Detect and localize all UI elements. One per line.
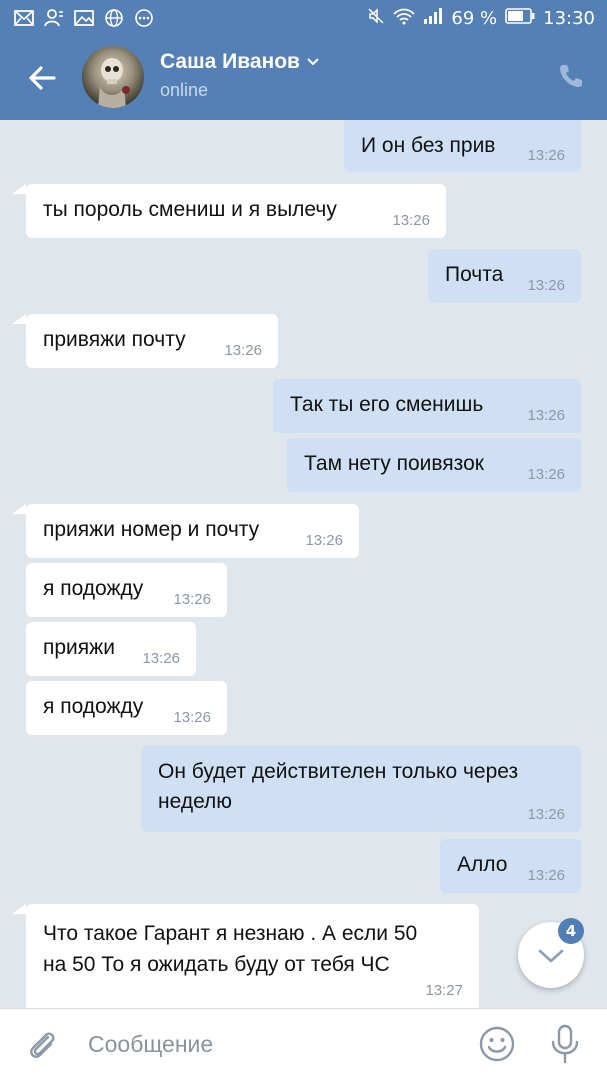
- phone-icon: [560, 65, 582, 87]
- battery-percent: 69 %: [451, 8, 498, 29]
- outgoing-message[interactable]: И он без прив 13:26: [344, 120, 581, 172]
- message-text-line1: Что такое Гарант я незнаю . А если 50: [43, 922, 418, 945]
- arrow-left-icon: [29, 66, 56, 90]
- globe-icon: [104, 8, 124, 28]
- message-text: Алло: [457, 853, 508, 876]
- message-text: прияжи номер и почту: [43, 518, 260, 541]
- paperclip-icon: [30, 1032, 55, 1058]
- message-text-line2: на 50 То я ожидать буду от тебя ЧС: [43, 953, 390, 976]
- message-text: И он без прив: [361, 134, 496, 157]
- incoming-message[interactable]: ты пороль смениш и я вылечу 13:26: [26, 184, 446, 238]
- message-text-line1: Он будет действителен только через: [158, 760, 519, 783]
- outgoing-message[interactable]: Там нету поивязок 13:26: [287, 438, 581, 492]
- message-time: 13:26: [527, 147, 565, 164]
- message-time: 13:26: [224, 342, 262, 359]
- incoming-message[interactable]: прияжи 13:26: [26, 622, 196, 676]
- voice-message-button[interactable]: [548, 1023, 582, 1065]
- message-composer: Сообщение: [0, 1008, 607, 1081]
- message-input[interactable]: Сообщение: [88, 1031, 213, 1058]
- microphone-icon: [551, 1024, 579, 1064]
- message-time: 13:26: [527, 806, 565, 823]
- message-time: 13:26: [173, 591, 211, 608]
- bubble-tail: [12, 314, 26, 324]
- outgoing-message[interactable]: Так ты его сменишь 13:26: [273, 379, 581, 433]
- signal-icon: [423, 7, 443, 30]
- bubble-tail: [12, 904, 26, 914]
- mute-icon: [367, 7, 385, 30]
- contacts-icon: [44, 8, 64, 28]
- skull-avatar-image: [98, 58, 130, 108]
- outgoing-message[interactable]: Он будет действителен только через недел…: [141, 746, 581, 832]
- bubble-tail: [12, 504, 26, 514]
- message-text: ты пороль смениш и я вылечу: [43, 198, 337, 221]
- message-time: 13:26: [527, 407, 565, 424]
- message-text: я подожду: [43, 695, 144, 718]
- message-text: я подожду: [43, 577, 144, 600]
- unread-count-badge: 4: [558, 918, 584, 944]
- gallery-icon: [74, 8, 94, 28]
- clock: 13:30: [543, 8, 595, 29]
- smiley-icon: [479, 1026, 515, 1062]
- avatar[interactable]: [82, 46, 144, 108]
- more-notifications-icon: [134, 8, 154, 28]
- status-bar: 69 % 13:30: [0, 0, 607, 36]
- wifi-icon: [393, 7, 416, 30]
- message-time: 13:26: [527, 867, 565, 884]
- mail-icon: [14, 8, 34, 28]
- message-text-line2: неделю: [158, 790, 233, 813]
- contact-status: online: [160, 80, 209, 100]
- call-button[interactable]: [557, 62, 585, 90]
- message-list[interactable]: И он без прив 13:26 ты пороль смениш и я…: [0, 120, 607, 1008]
- message-text: прияжи: [43, 636, 115, 659]
- emoji-button[interactable]: [478, 1025, 516, 1063]
- message-text: Так ты его сменишь: [290, 393, 484, 416]
- message-text: привяжи почту: [43, 328, 186, 351]
- back-button[interactable]: [24, 60, 60, 96]
- outgoing-message[interactable]: Алло 13:26: [440, 839, 581, 893]
- message-text: Почта: [445, 263, 504, 286]
- attach-button[interactable]: [24, 1027, 60, 1063]
- message-time: 13:26: [305, 532, 343, 549]
- message-time: 13:26: [142, 650, 180, 667]
- incoming-message[interactable]: прияжи номер и почту 13:26: [26, 504, 359, 558]
- chat-header: Саша Иванов online: [0, 36, 607, 120]
- incoming-message[interactable]: я подожду 13:26: [26, 563, 227, 617]
- bubble-tail: [12, 184, 26, 194]
- message-time: 13:26: [392, 212, 430, 229]
- contact-name-text: Саша Иванов: [160, 50, 300, 73]
- incoming-message[interactable]: Что такое Гарант я незнаю . А если 50 на…: [26, 904, 479, 1008]
- contact-name[interactable]: Саша Иванов: [160, 50, 320, 74]
- chevron-down-icon: [307, 58, 319, 66]
- outgoing-message[interactable]: Почта 13:26: [428, 249, 581, 303]
- battery-icon: [505, 8, 535, 29]
- incoming-message[interactable]: привяжи почту 13:26: [26, 314, 278, 368]
- message-text: Там нету поивязок: [304, 452, 484, 475]
- message-time: 13:26: [173, 709, 211, 726]
- message-time: 13:26: [527, 466, 565, 483]
- message-time: 13:27: [425, 982, 463, 999]
- message-time: 13:26: [527, 277, 565, 294]
- incoming-message[interactable]: я подожду 13:26: [26, 681, 227, 735]
